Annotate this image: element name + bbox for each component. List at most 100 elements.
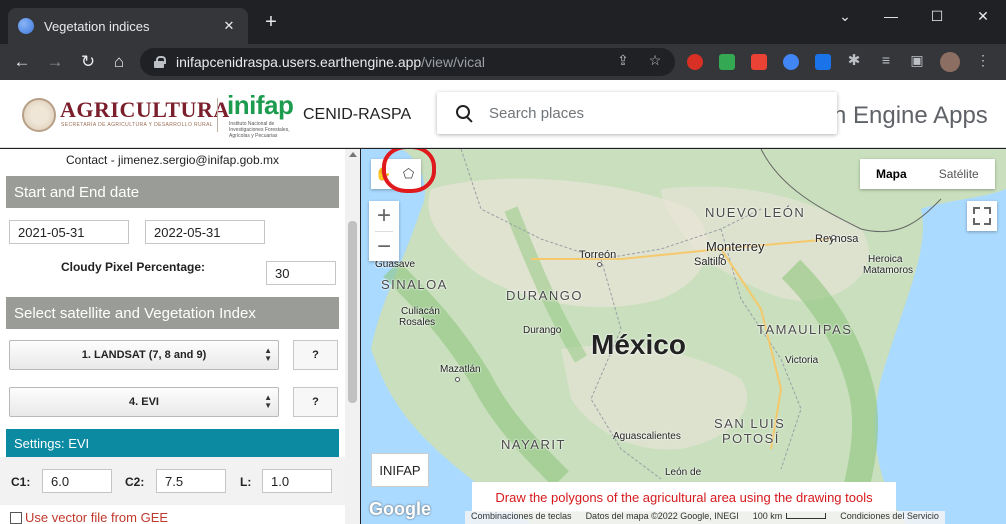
satellite-help-button[interactable]: ? [293,340,338,370]
url-host: inifapcenidraspa.users.earthengine.app [176,54,422,70]
maximize-button[interactable]: ☐ [914,0,960,32]
tab-close-icon[interactable]: ✕ [220,18,238,34]
map-label-mazatlan: Mazatlán [440,364,481,375]
panel-scrollbar[interactable] [345,149,360,524]
map-label-culiacan: Culiacán [401,306,440,317]
index-help-button[interactable]: ? [293,387,338,417]
bookmark-star-icon[interactable]: ☆ [646,51,664,69]
map-label-nayarit: NAYARIT [501,437,566,452]
forward-button[interactable]: → [43,50,67,74]
map-label-san-luis: SAN LUIS [714,416,786,431]
extension-drop-icon[interactable] [783,54,799,70]
map-label-mexico: México [591,329,686,360]
map-type-control: Mapa Satélite [860,159,995,189]
index-select-value: 4. EVI [129,396,159,408]
map-label-nuevo-leon: NUEVO LEÓN [705,205,806,220]
chrome-menu-icon[interactable]: ⋮ [974,51,992,69]
vector-file-checkbox[interactable] [10,511,22,524]
zoom-control: + − [369,201,399,261]
extension-mail-icon[interactable] [719,54,735,70]
reload-button[interactable]: ↻ [76,50,100,74]
terms-link[interactable]: Condiciones del Servicio [840,511,939,524]
satellite-select[interactable]: 1. LANDSAT (7, 8 and 9) ▲ ▼ [9,340,279,370]
back-button[interactable]: ← [10,50,34,74]
map-canvas[interactable]: NUEVO LEÓN SINALOA DURANGO TAMAULIPAS SA… [361,149,1006,524]
satellite-select-value: 1. LANDSAT (7, 8 and 9) [81,349,207,361]
scroll-up-arrow-icon[interactable] [349,152,357,157]
map-type-satelite[interactable]: Satélite [923,159,995,189]
scale-bar[interactable]: 100 km [753,511,827,524]
earth-engine-favicon-icon [18,18,34,34]
address-bar[interactable]: inifapcenidraspa.users.earthengine.app/v… [140,48,675,76]
c1-input[interactable] [42,469,112,493]
url-path: /view/vical [421,54,485,70]
scale-bar-line [786,513,827,519]
settings-section-header: Settings: EVI [6,429,339,457]
draw-instruction-message: Draw the polygons of the agricultural ar… [472,482,896,512]
c1-label: C1: [11,475,31,489]
browser-tab[interactable]: Vegetation indices ✕ [8,8,248,44]
search-icon[interactable] [437,92,489,134]
zoom-in-button[interactable]: + [369,201,399,231]
lock-icon[interactable] [154,56,166,68]
google-logo[interactable]: Google [369,499,431,520]
minimize-button[interactable]: — [868,0,914,32]
profile-avatar[interactable] [940,52,960,72]
share-icon[interactable]: ⇪ [614,51,632,69]
extension-red-icon[interactable] [687,54,703,70]
select-arrows-icon: ▲ ▼ [264,393,272,410]
map-label-tamaulipas: TAMAULIPAS [757,322,853,337]
new-tab-button[interactable]: + [259,12,283,32]
inifap-logo-text: inifap [227,90,294,120]
map-label-reynosa: Reynosa [815,233,859,245]
map-type-mapa[interactable]: Mapa [860,159,923,189]
map-label-victoria: Victoria [785,355,819,366]
browser-tab-strip: Vegetation indices ✕ + ⌄ — ☐ ✕ [0,0,1006,44]
search-places-input[interactable] [489,104,819,122]
reynosa-dot [831,235,836,240]
agricultura-subtitle: SECRETARÍA DE AGRICULTURA Y DESARROLLO R… [61,122,213,128]
home-button[interactable]: ⌂ [107,50,131,74]
inifap-button[interactable]: INIFAP [371,453,429,487]
l-input[interactable] [262,469,332,493]
highlight-circle [382,149,436,193]
map-label-monterrey: Monterrey [706,239,765,254]
map-label-torreon: Torreón [579,249,617,261]
keyboard-shortcuts-link[interactable]: Combinaciones de teclas [471,511,572,524]
tab-search-icon[interactable]: ⌄ [822,0,868,32]
map-label-leon-de: León de [665,467,702,478]
end-date-input[interactable] [145,220,265,244]
vector-file-checkbox-row[interactable]: Use vector file from GEE [10,510,168,524]
map-attribution-bar: Combinaciones de teclas Datos del mapa ©… [465,511,945,524]
scrollbar-thumb[interactable] [348,221,357,403]
media-queue-icon[interactable]: ≡ [877,51,895,69]
c2-label: C2: [125,475,145,489]
browser-toolbar: ← → ↻ ⌂ inifapcenidraspa.users.earthengi… [0,44,1006,80]
map-label-matamoros: Matamoros [863,265,914,276]
satellite-section-header: Select satellite and Vegetation Index [6,297,339,329]
map-label-aguascalientes: Aguascalientes [613,431,681,442]
start-date-input[interactable] [9,220,129,244]
zoom-out-button[interactable]: − [369,232,399,262]
header-divider [217,98,218,132]
fullscreen-button[interactable] [967,201,997,231]
cloudy-pixel-label: Cloudy Pixel Percentage: [60,260,206,274]
fullscreen-corner-icon [984,218,991,225]
extensions-puzzle-icon[interactable]: ✱ [845,51,863,69]
map-label-sinaloa: SINALOA [381,277,448,292]
extension-mega-icon[interactable] [751,54,767,70]
search-places-box [437,92,837,134]
mazatlan-dot [455,377,460,382]
fullscreen-corner-icon [973,218,980,225]
close-window-button[interactable]: ✕ [960,0,1006,32]
extension-cross-icon[interactable] [815,54,831,70]
control-panel: Contact - jimenez.sergio@inifap.gob.mx S… [0,149,360,524]
side-panel-icon[interactable]: ▣ [908,51,926,69]
c2-input[interactable] [156,469,226,493]
fullscreen-corner-icon [973,207,980,214]
app-header: AGRICULTURA SECRETARÍA DE AGRICULTURA Y … [0,80,1006,148]
mexico-seal-logo [22,98,56,132]
index-select[interactable]: 4. EVI ▲ ▼ [9,387,279,417]
cloudy-pixel-input[interactable] [266,261,336,285]
map-label-durango: DURANGO [506,288,583,303]
